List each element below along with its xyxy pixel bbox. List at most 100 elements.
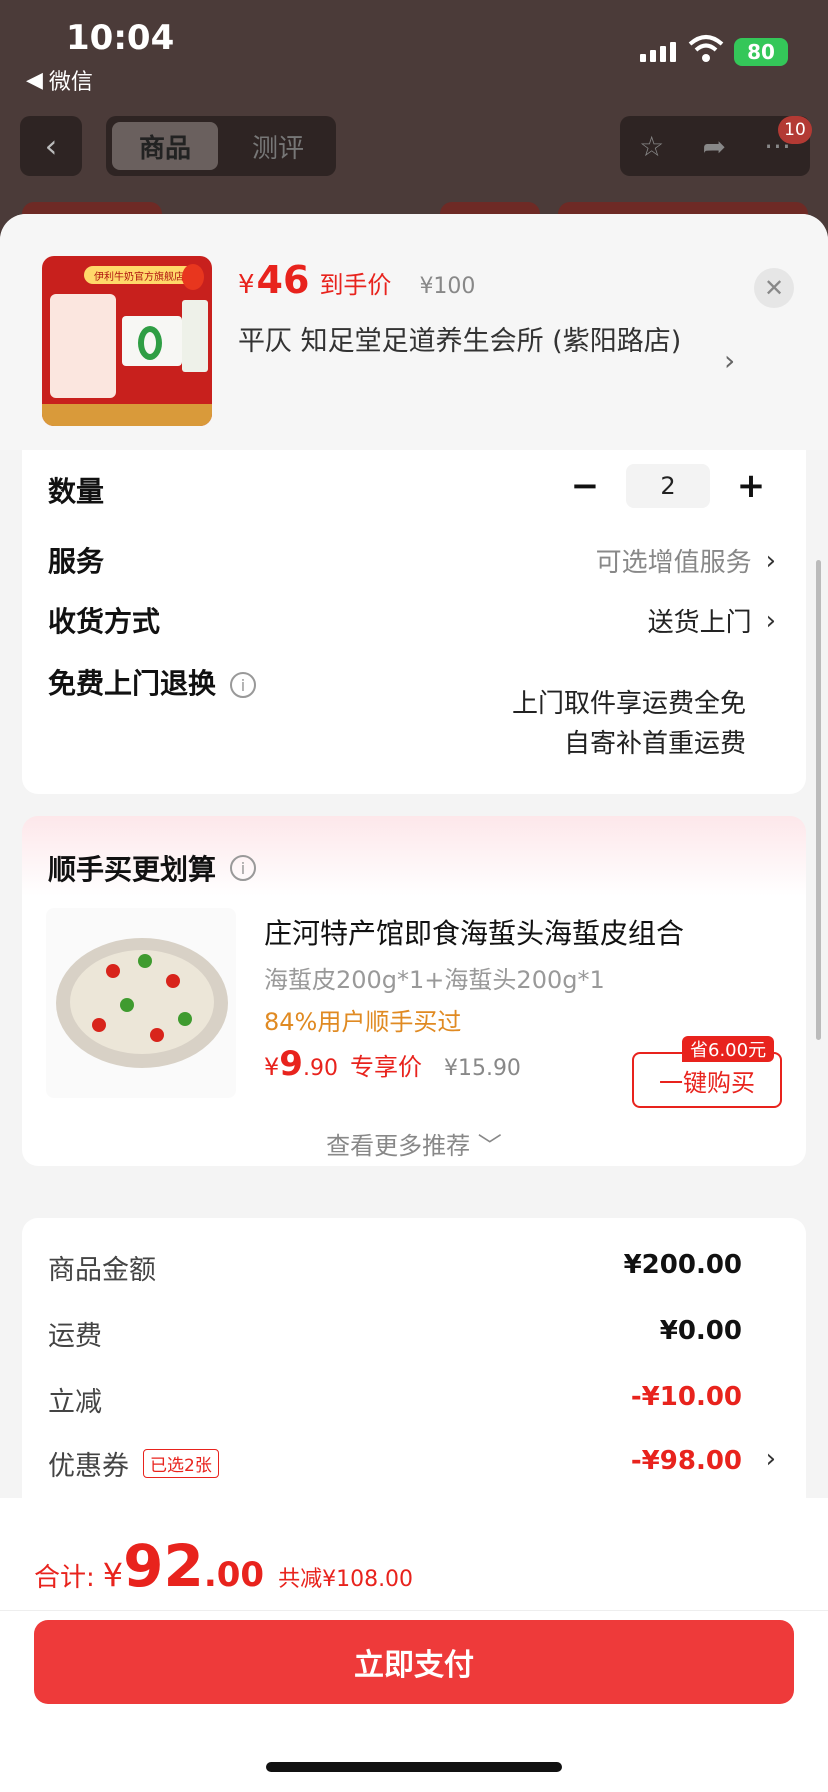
info-icon[interactable]: i — [230, 855, 257, 881]
nav-back-button[interactable]: ‹ — [20, 116, 82, 176]
qty-plus-button[interactable]: + — [736, 466, 766, 506]
pepper-graphic — [138, 954, 152, 968]
delivery-label: 收货方式 — [48, 605, 161, 638]
price-line: ¥ 46 到手价 ¥100 — [238, 258, 475, 302]
total-int: 92 — [123, 1532, 204, 1600]
thumbnail-graphic — [182, 300, 208, 372]
pay-now-button[interactable]: 立即支付 — [34, 1620, 794, 1704]
final-price: 46 — [256, 258, 310, 302]
star-icon[interactable]: ☆ — [639, 130, 664, 163]
service-label: 服务 — [48, 545, 105, 578]
store-name[interactable]: 平仄 知足堂足道养生会所 (紫阳路店) — [238, 318, 708, 366]
thumbnail-graphic — [42, 404, 212, 426]
sheet-header: 伊利牛奶官方旗舰店 ¥ 46 到手价 ¥100 平仄 知足堂足道养生会所 (紫阳… — [0, 214, 828, 450]
bundle-product-image[interactable] — [46, 908, 236, 1098]
qty-label: 数量 — [48, 475, 105, 508]
share-icon[interactable]: ➦ — [702, 130, 725, 163]
top-nav: ‹ 商品 测评 ☆ ➦ ··· — [0, 116, 828, 180]
pepper-graphic — [150, 1028, 164, 1042]
wifi-icon — [688, 35, 724, 62]
cart-badge: 10 — [778, 116, 812, 144]
coupon-value: -¥98.00 — [630, 1446, 742, 1476]
divider — [0, 1610, 828, 1611]
return-row-label: 免费上门退换 i — [48, 662, 257, 702]
pepper-graphic — [92, 1018, 106, 1032]
shipping-label: 运费 — [48, 1321, 102, 1352]
close-icon: ✕ — [763, 274, 785, 302]
return-policy-text: 上门取件享运费全免 自寄补首重运费 — [512, 684, 746, 764]
coupon-selected-tag: 已选2张 — [143, 1449, 219, 1478]
bundle-price-yen: ¥ — [264, 1053, 280, 1081]
goods-amount-label: 商品金额 — [48, 1255, 156, 1286]
save-badge: 省6.00元 — [682, 1036, 775, 1062]
pepper-graphic — [106, 964, 120, 978]
bundle-product-spec: 海蜇皮200g*1+海蜇头200g*1 — [264, 966, 605, 994]
goods-amount-value: ¥200.00 — [623, 1250, 742, 1280]
options-card: 数量 − 2 + 服务 可选增值服务 › 收货方式 送货上门 › 免费上门退换 i… — [22, 450, 806, 794]
total-dec: .00 — [203, 1555, 265, 1595]
bundle-price-tag: 专享价 — [349, 1053, 422, 1081]
segment-control: 商品 测评 — [106, 116, 336, 176]
bundle-buyers-rate: 84%用户顺手买过 — [264, 1008, 462, 1036]
thumbnail-graphic — [50, 294, 116, 398]
delivery-selector[interactable]: 送货上门 › — [648, 602, 776, 639]
total-yen: ¥ — [102, 1556, 124, 1594]
bundle-price-int: 9 — [279, 1044, 303, 1084]
order-total: 合计: ¥ 92 .00 共减¥108.00 — [34, 1532, 413, 1600]
status-bar: 10:04 ◀ 微信 80 — [0, 0, 828, 100]
scrollbar[interactable] — [816, 560, 821, 1040]
bundle-product-title[interactable]: 庄河特产馆即食海蜇头海蜇皮组合 — [264, 912, 684, 952]
chevron-right-icon[interactable]: › — [766, 1444, 776, 1474]
close-button[interactable]: ✕ — [754, 268, 794, 308]
instant-discount-value: -¥10.00 — [630, 1382, 742, 1412]
bundle-title: 顺手买更划算 — [48, 853, 217, 886]
instant-discount-label: 立减 — [48, 1387, 102, 1418]
lantern-icon — [182, 264, 204, 290]
coupon-label: 优惠券 — [48, 1451, 129, 1482]
service-selector[interactable]: 可选增值服务 › — [596, 542, 776, 579]
pepper-graphic — [166, 974, 180, 988]
quantity-stepper: − 2 + — [570, 464, 766, 508]
back-triangle-icon: ◀ — [26, 67, 43, 93]
bundle-price-dec: .90 — [302, 1056, 338, 1081]
thumbnail-graphic — [138, 326, 162, 360]
total-label: 合计: — [34, 1563, 95, 1593]
bundle-price: ¥ 9 .90 专享价 ¥15.90 — [264, 1044, 521, 1084]
return-line1: 上门取件享运费全免 — [511, 689, 746, 719]
info-icon[interactable]: i — [230, 672, 257, 698]
bundle-original-price: ¥15.90 — [443, 1056, 521, 1081]
thumbnail-banner: 伊利牛奶官方旗舰店 — [84, 266, 194, 284]
battery-level: 80 — [747, 40, 775, 64]
delivery-value: 送货上门 — [647, 608, 752, 638]
return-line2: 自寄补首重运费 — [563, 729, 746, 759]
original-price: ¥100 — [419, 274, 476, 299]
pepper-graphic — [120, 998, 134, 1012]
signal-icon — [640, 42, 676, 62]
product-thumbnail: 伊利牛奶官方旗舰店 — [42, 256, 212, 426]
bundle-card: 顺手买更划算 i 庄河特产馆即食海蜇头海蜇皮组合 海蜇皮200g*1+海蜇头200… — [22, 816, 806, 1166]
pepper-graphic — [178, 1012, 192, 1026]
checkout-footer: 合计: ¥ 92 .00 共减¥108.00 立即支付 — [0, 1498, 828, 1792]
qty-input[interactable]: 2 — [626, 464, 710, 508]
tab-review[interactable]: 测评 — [228, 122, 328, 170]
tab-product[interactable]: 商品 — [112, 122, 218, 170]
battery-icon: 80 — [734, 38, 788, 66]
fee-summary-card: 商品金额 ¥200.00 运费 ¥0.00 立减 -¥10.00 优惠券 已选2… — [22, 1218, 806, 1518]
chevron-right-icon: › — [765, 545, 776, 576]
chevron-right-icon: › — [765, 605, 776, 636]
final-price-label: 到手价 — [319, 271, 392, 299]
back-app-label: 微信 — [48, 70, 93, 95]
chevron-left-icon: ‹ — [44, 127, 58, 165]
price-yen: ¥ — [238, 270, 255, 300]
qty-minus-button[interactable]: − — [570, 466, 600, 506]
more-recommendations-link[interactable]: 查看更多推荐 ﹀ — [22, 1126, 806, 1161]
shipping-value: ¥0.00 — [659, 1316, 742, 1346]
coupon-row[interactable]: 优惠券 已选2张 — [48, 1444, 219, 1483]
service-value: 可选增值服务 — [595, 548, 752, 578]
total-discount: 共减¥108.00 — [278, 1567, 414, 1592]
bundle-title-row: 顺手买更划算 i — [48, 848, 257, 888]
chevron-right-icon[interactable]: › — [724, 344, 735, 377]
status-time: 10:04 — [66, 18, 175, 58]
back-to-wechat[interactable]: ◀ 微信 — [26, 64, 93, 96]
home-indicator[interactable] — [266, 1762, 562, 1772]
